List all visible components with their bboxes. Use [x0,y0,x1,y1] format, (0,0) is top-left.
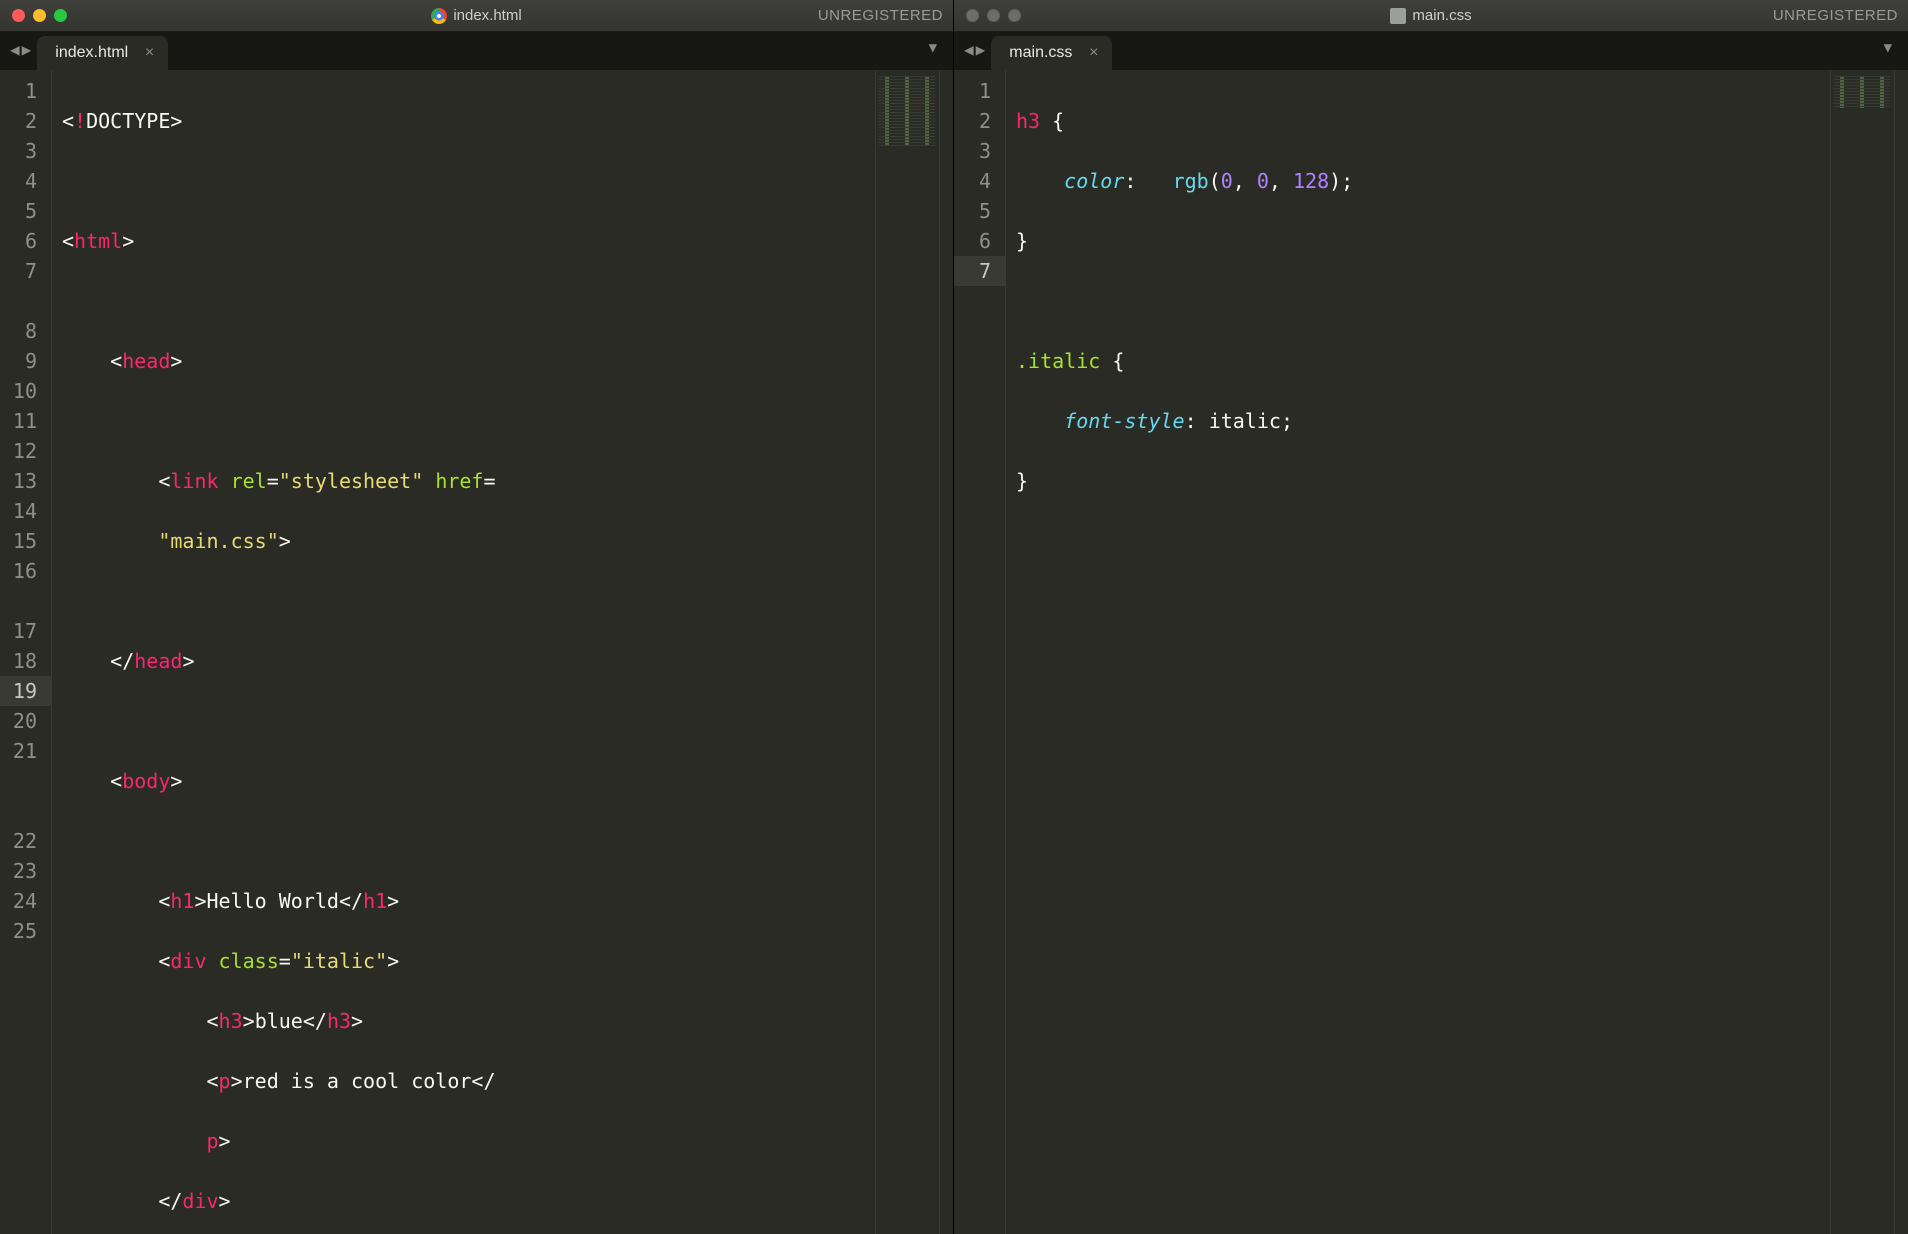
history-nav: ◀ ▶ [6,40,37,63]
scrollbar-right[interactable] [1894,70,1908,1234]
close-icon[interactable] [12,9,25,22]
window-title-left: index.html [0,7,953,24]
minimap-left[interactable] [875,70,939,1234]
line-number: 12 [10,436,37,466]
line-number: 4 [964,166,991,196]
line-number: 6 [964,226,991,256]
line-number: 6 [10,226,37,256]
close-icon[interactable] [966,9,979,22]
line-number: 13 [10,466,37,496]
line-number: 19 [0,676,51,706]
scrollbar-left[interactable] [939,70,953,1234]
back-icon[interactable]: ◀ [10,40,20,59]
line-number: 24 [10,886,37,916]
line-number: 2 [964,106,991,136]
line-number: 20 [10,706,37,736]
line-number: 2 [10,106,37,136]
tab-close-icon[interactable]: × [1089,44,1098,62]
zoom-icon[interactable] [54,9,67,22]
line-number: 9 [10,346,37,376]
minimap-preview [879,76,935,146]
line-number: 7 [954,256,1005,286]
line-number: 21 [10,736,37,766]
line-number: 14 [10,496,37,526]
line-number: 5 [10,196,37,226]
line-number: 1 [964,76,991,106]
tab-overflow-icon[interactable]: ▼ [1874,40,1902,62]
tab-overflow-icon[interactable]: ▼ [919,40,947,62]
editor-right[interactable]: 1 2 3 4 5 6 7 h3 { color: rgb(0, 0, 128)… [954,70,1908,1234]
back-icon[interactable]: ◀ [964,40,974,59]
line-number [10,586,37,616]
tab-label: main.css [1009,44,1072,62]
line-number: 15 [10,526,37,556]
zoom-icon[interactable] [1008,9,1021,22]
code-area-right[interactable]: h3 { color: rgb(0, 0, 128); } .italic { … [1006,70,1830,1234]
unregistered-label: UNREGISTERED [818,7,943,24]
line-number: 7 [10,256,37,286]
line-number: 1 [10,76,37,106]
code-area-left[interactable]: <!DOCTYPE> <html> <head> <link rel="styl… [52,70,875,1234]
line-number: 17 [10,616,37,646]
history-nav: ◀ ▶ [960,40,991,63]
tab-index-html[interactable]: index.html × [37,36,168,70]
line-number: 22 [10,826,37,856]
titlebar-right: main.css UNREGISTERED [954,0,1908,32]
forward-icon[interactable]: ▶ [976,40,986,59]
tab-label: index.html [55,44,128,62]
line-number: 23 [10,856,37,886]
window-title-text: main.css [1412,7,1471,24]
line-number [10,796,37,826]
minimize-icon[interactable] [33,9,46,22]
line-number: 5 [964,196,991,226]
editor-left[interactable]: 1 2 3 4 5 6 7 8 9 10 11 12 13 14 15 16 1… [0,70,953,1234]
chrome-icon [431,8,447,24]
traffic-lights-right [954,9,1021,22]
forward-icon[interactable]: ▶ [22,40,32,59]
line-gutter-left: 1 2 3 4 5 6 7 8 9 10 11 12 13 14 15 16 1… [0,70,52,1234]
css-file-icon [1390,8,1406,24]
tab-close-icon[interactable]: × [145,44,154,62]
titlebar-left: index.html UNREGISTERED [0,0,953,32]
line-number: 8 [10,316,37,346]
line-number: 16 [10,556,37,586]
tab-main-css[interactable]: main.css × [991,36,1112,70]
editor-window-left: index.html UNREGISTERED ◀ ▶ index.html ×… [0,0,954,1234]
line-number [10,286,37,316]
line-number: 4 [10,166,37,196]
line-number: 25 [10,916,37,946]
editor-window-right: main.css UNREGISTERED ◀ ▶ main.css × ▼ 1… [954,0,1908,1234]
tab-bar-right: ◀ ▶ main.css × ▼ [954,32,1908,70]
line-number: 10 [10,376,37,406]
minimap-right[interactable] [1830,70,1894,1234]
line-number: 3 [964,136,991,166]
window-title-text: index.html [453,7,521,24]
minimize-icon[interactable] [987,9,1000,22]
traffic-lights-left [0,9,67,22]
line-number: 3 [10,136,37,166]
window-title-right: main.css [954,7,1908,24]
line-number: 18 [10,646,37,676]
line-gutter-right: 1 2 3 4 5 6 7 [954,70,1006,1234]
line-number [10,766,37,796]
tab-bar-left: ◀ ▶ index.html × ▼ [0,32,953,70]
line-number: 11 [10,406,37,436]
minimap-preview [1834,76,1890,108]
unregistered-label: UNREGISTERED [1773,7,1898,24]
